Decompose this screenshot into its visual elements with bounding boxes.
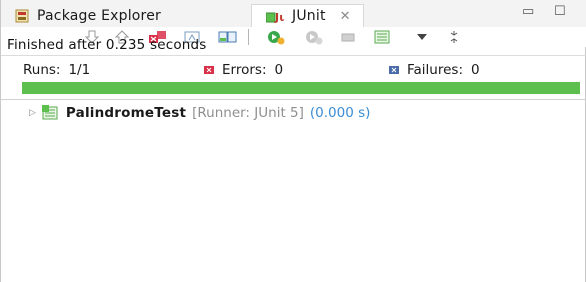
test-class-name: PalindromeTest <box>65 105 187 121</box>
test-counters: Runs: 1/1 Errors: 0 Failures: 0 <box>1 55 586 80</box>
run-status-text: Finished after 0.235 seconds <box>7 37 207 53</box>
package-explorer-icon <box>15 9 29 23</box>
stop-icon[interactable] <box>337 28 359 46</box>
runs-label: Runs: <box>23 62 61 78</box>
tab-package-explorer[interactable]: Package Explorer <box>15 5 161 27</box>
close-icon[interactable]: ✕ <box>340 9 351 24</box>
test-runner-label: [Runner: JUnit 5] <box>192 105 304 121</box>
errors-counter: Errors: 0 <box>204 62 283 78</box>
error-icon <box>204 65 214 75</box>
divider <box>1 99 586 100</box>
errors-label: Errors: <box>222 62 267 78</box>
view-tab-bar: Package Explorer Ju JUnit ✕ ▭ ☐ <box>1 0 586 27</box>
failures-label: Failures: <box>407 62 463 78</box>
test-suite-passed-icon <box>41 105 60 121</box>
more-icon[interactable] <box>443 28 465 46</box>
failure-icon <box>389 65 399 75</box>
layout-icon[interactable] <box>217 28 239 46</box>
junit-icon: Ju <box>266 9 284 23</box>
rerun-failed-first-icon[interactable] <box>303 28 325 46</box>
tab-junit[interactable]: Ju JUnit ✕ <box>251 4 364 27</box>
view-menu-icon[interactable] <box>411 28 433 46</box>
progress-bar-fill <box>22 82 580 94</box>
expand-twisty-icon[interactable]: ▷ <box>29 108 36 118</box>
test-duration: (0.000 s) <box>309 105 371 121</box>
runs-value: 1/1 <box>68 62 91 78</box>
runs-counter: Runs: 1/1 <box>23 62 90 78</box>
test-run-history-icon[interactable] <box>371 28 393 46</box>
errors-value: 0 <box>274 62 284 78</box>
svg-text:Ju: Ju <box>274 11 284 23</box>
tab-label: Package Explorer <box>37 8 161 24</box>
maximize-icon[interactable]: ☐ <box>554 4 566 19</box>
toolbar-separator <box>248 29 249 45</box>
failures-counter: Failures: 0 <box>389 62 480 78</box>
tab-label: JUnit <box>292 8 326 24</box>
rerun-test-icon[interactable] <box>265 28 287 46</box>
minimize-icon[interactable]: ▭ <box>522 4 534 19</box>
failures-value: 0 <box>471 62 480 78</box>
progress-bar <box>22 82 580 94</box>
tree-item[interactable]: ▷ PalindromeTest [Runner: JUnit 5] (0.00… <box>29 104 370 122</box>
junit-view: Package Explorer Ju JUnit ✕ ▭ ☐ Finished… <box>0 0 586 282</box>
